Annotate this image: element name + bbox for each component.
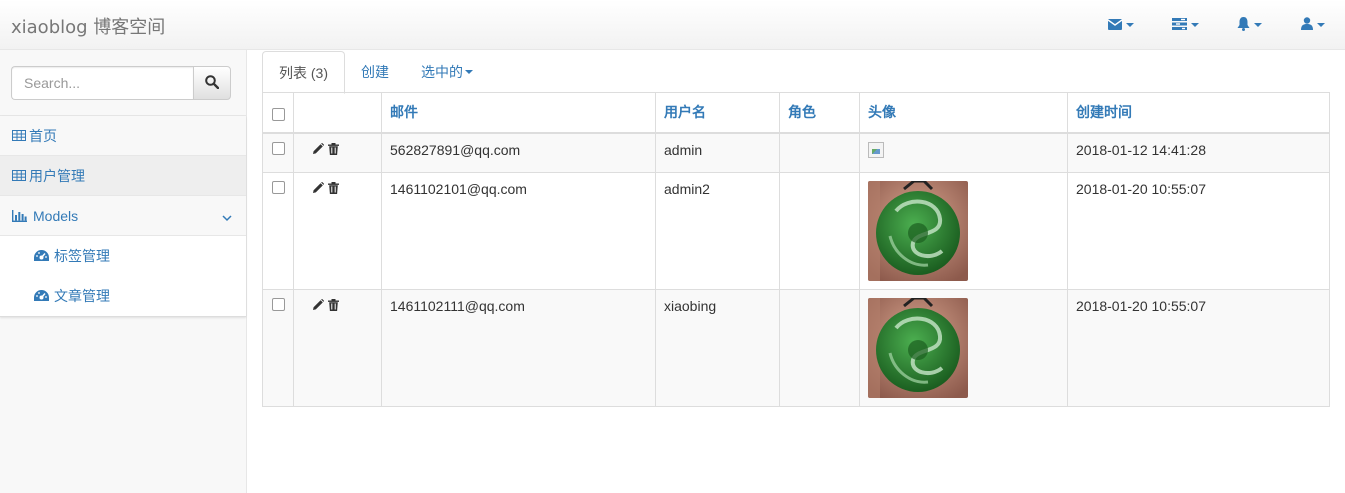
row-checkbox[interactable] (272, 141, 285, 155)
pencil-icon[interactable] (312, 142, 325, 158)
sidebar-item-label: 首页 (29, 127, 57, 144)
sidebar-subitem-label: 标签管理 (54, 248, 110, 264)
tasks-dropdown[interactable] (1153, 0, 1217, 50)
bar-chart-icon (12, 209, 27, 222)
row-actions (293, 289, 382, 407)
cell-avatar (859, 172, 1068, 290)
avatar-image (868, 181, 968, 281)
user-dropdown[interactable] (1281, 0, 1345, 50)
chevron-down-icon (222, 209, 232, 225)
cell-role (779, 289, 860, 407)
sidebar-subitem-label: 文章管理 (54, 288, 110, 304)
cell-username: admin (655, 132, 780, 173)
table-row: 1461102101@qq.com admin2 2018-01-20 10:5… (262, 172, 1330, 290)
dashboard-icon (34, 290, 49, 302)
dashboard-icon (34, 250, 49, 262)
search-button[interactable] (193, 66, 231, 100)
caret-down-icon (1253, 23, 1262, 27)
sidebar-search (11, 66, 231, 100)
bell-icon (1237, 16, 1250, 34)
trash-icon[interactable] (328, 298, 339, 314)
top-navbar: xiaoblog 博客空间 (0, 0, 1345, 50)
tasks-icon (1171, 17, 1187, 33)
sidebar-subitem-tags[interactable]: 标签管理 (0, 236, 246, 276)
cell-email: 1461102111@qq.com (381, 289, 656, 407)
cell-created: 2018-01-20 10:55:07 (1067, 289, 1330, 407)
select-all-checkbox[interactable] (272, 108, 285, 122)
cell-role (779, 132, 860, 173)
sidebar-subitem-articles[interactable]: 文章管理 (0, 276, 246, 316)
avatar-image (868, 298, 968, 398)
row-select-cell (262, 289, 294, 407)
envelope-icon (1107, 17, 1123, 33)
user-table: 邮件 用户名 角色 头像 创建时间 562827891@qq.com admin… (262, 92, 1330, 407)
search-input[interactable] (11, 66, 193, 100)
tab-create[interactable]: 创建 (345, 51, 405, 93)
navbar-right-menu (1089, 0, 1345, 50)
caret-down-icon (1190, 23, 1199, 27)
tab-label: 选中的 (421, 64, 463, 80)
sidebar: 首页 用户管理 Models 标签管理 文 (0, 50, 247, 493)
row-select-cell (262, 132, 294, 173)
user-icon (1301, 17, 1313, 33)
sidebar-menu: 首页 用户管理 Models 标签管理 文章管理 (0, 116, 246, 317)
search-icon (205, 74, 220, 92)
table-icon (12, 130, 26, 141)
cell-created: 2018-01-20 10:55:07 (1067, 172, 1330, 290)
sidebar-item-user-management[interactable]: 用户管理 (0, 156, 246, 196)
column-header-username[interactable]: 用户名 (655, 92, 780, 134)
row-checkbox[interactable] (272, 298, 285, 311)
list-tabs: 列表 (3) 创建 选中的 (262, 51, 1330, 94)
column-header-created[interactable]: 创建时间 (1067, 92, 1330, 134)
row-actions (293, 172, 382, 290)
broken-image-icon (868, 141, 884, 158)
cell-role (779, 172, 860, 290)
cell-avatar (859, 289, 1068, 407)
tab-selected-actions[interactable]: 选中的 (405, 51, 489, 93)
row-actions (293, 132, 382, 173)
table-icon (12, 170, 26, 181)
column-header-avatar[interactable]: 头像 (859, 92, 1068, 134)
sidebar-item-label: 用户管理 (29, 167, 85, 184)
cell-username: admin2 (655, 172, 780, 290)
cell-created: 2018-01-12 14:41:28 (1067, 132, 1330, 173)
cell-email: 562827891@qq.com (381, 132, 656, 173)
sidebar-item-home[interactable]: 首页 (0, 116, 246, 156)
alerts-dropdown[interactable] (1217, 0, 1281, 50)
actions-header (293, 92, 382, 134)
caret-down-icon (1317, 23, 1325, 27)
trash-icon[interactable] (328, 181, 339, 197)
tab-list[interactable]: 列表 (3) (262, 51, 345, 94)
column-header-role[interactable]: 角色 (779, 92, 860, 134)
cell-email: 1461102101@qq.com (381, 172, 656, 290)
pencil-icon[interactable] (312, 181, 325, 197)
cell-avatar (859, 132, 1068, 173)
sidebar-item-label: Models (33, 207, 79, 224)
sidebar-item-models[interactable]: Models (0, 196, 246, 236)
cell-username: xiaobing (655, 289, 780, 407)
table-row: 1461102111@qq.com xiaobing 2018-01-20 10… (262, 289, 1330, 407)
caret-down-icon (465, 70, 473, 74)
messages-dropdown[interactable] (1089, 0, 1153, 50)
table-row: 562827891@qq.com admin 2018-01-12 14:41:… (262, 132, 1330, 173)
pencil-icon[interactable] (312, 298, 325, 314)
row-checkbox[interactable] (272, 181, 285, 194)
brand-title[interactable]: xiaoblog 博客空间 (11, 13, 165, 39)
column-header-email[interactable]: 邮件 (381, 92, 656, 134)
caret-down-icon (1126, 23, 1134, 27)
table-header-row: 邮件 用户名 角色 头像 创建时间 (262, 92, 1330, 134)
select-all-cell (262, 92, 294, 134)
row-select-cell (262, 172, 294, 290)
trash-icon[interactable] (328, 142, 339, 158)
